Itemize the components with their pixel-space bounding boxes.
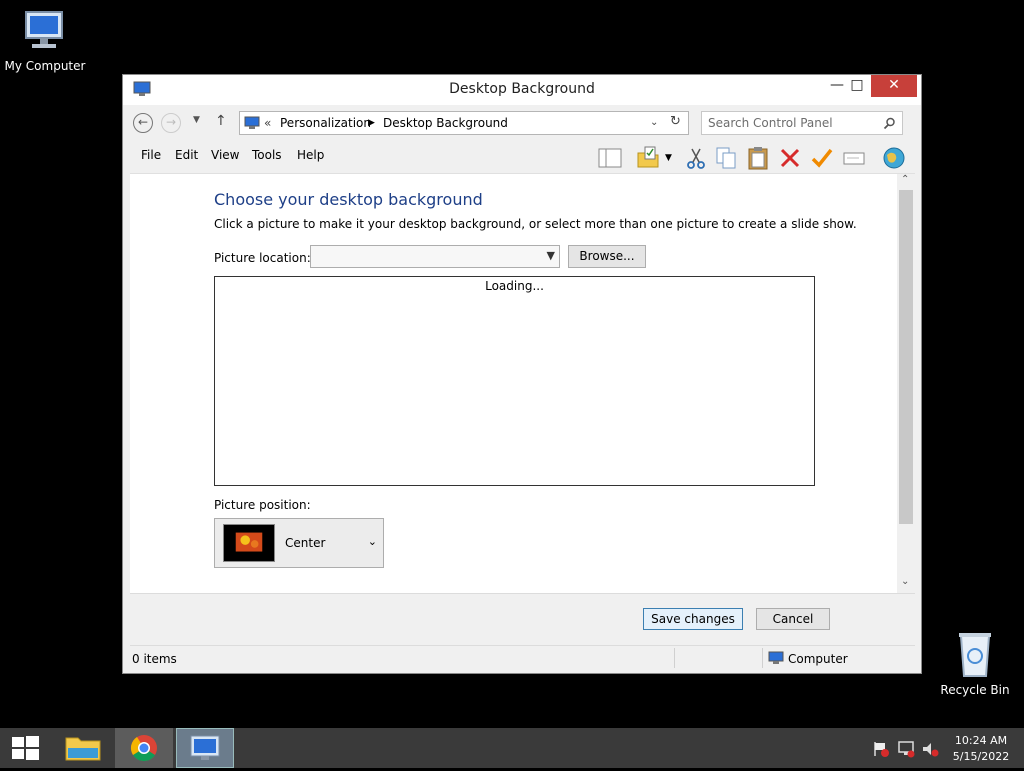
loading-text: Loading... (485, 279, 544, 293)
browse-button[interactable]: Browse... (568, 245, 646, 268)
zone-label: Computer (788, 652, 848, 666)
close-button[interactable]: ✕ (871, 75, 917, 97)
cancel-button[interactable]: Cancel (756, 608, 830, 630)
rename-icon[interactable] (841, 145, 867, 171)
my-computer-desktop-icon[interactable]: My Computer (0, 8, 90, 73)
breadcrumb-separator-icon[interactable]: ▶ (368, 118, 375, 128)
system-clock[interactable]: 10:24 AM 5/15/2022 (950, 733, 1012, 765)
breadcrumb-desktop-background[interactable]: Desktop Background (383, 116, 508, 130)
address-bar[interactable]: « Personalization ▶ Desktop Background ⌄… (239, 111, 689, 135)
page-description: Click a picture to make it your desktop … (214, 217, 857, 231)
picture-position-select[interactable]: Center ⌄ (214, 518, 384, 568)
network-icon[interactable] (897, 740, 915, 758)
recycle-bin-label: Recycle Bin (940, 683, 1010, 697)
preview-pane-icon[interactable] (597, 145, 623, 171)
refresh-icon[interactable]: ↻ (670, 114, 681, 129)
status-divider (762, 648, 763, 668)
dialog-footer: Save changes Cancel (130, 593, 915, 645)
desktop-background-window: Desktop Background — □ ✕ ← → ▼ ↑ « Perso… (122, 74, 922, 674)
clock-date: 5/15/2022 (952, 750, 1010, 763)
volume-muted-icon[interactable] (921, 740, 939, 758)
search-icon[interactable] (883, 117, 896, 130)
breadcrumb-personalization[interactable]: Personalization (280, 116, 371, 130)
window-title: Desktop Background (449, 81, 595, 97)
menu-edit[interactable]: Edit (175, 148, 198, 162)
navigation-bar: ← → ▼ ↑ « Personalization ▶ Desktop Back… (131, 111, 915, 137)
recycle-bin-desktop-icon[interactable]: Recycle Bin (930, 630, 1020, 697)
chrome-taskbar-button[interactable] (115, 728, 173, 768)
back-button[interactable]: ← (133, 113, 153, 133)
control-panel-taskbar-button[interactable] (176, 728, 234, 768)
delete-icon[interactable] (777, 145, 803, 171)
search-box[interactable] (701, 111, 903, 135)
computer-icon (768, 651, 784, 664)
scroll-up-icon[interactable]: ⌃ (901, 174, 909, 185)
status-divider (674, 648, 675, 668)
picture-location-select[interactable]: ▼ (310, 245, 560, 268)
organize-icon[interactable] (635, 145, 661, 171)
file-explorer-taskbar-button[interactable] (54, 728, 112, 768)
title-bar[interactable]: Desktop Background — □ ✕ (123, 75, 921, 105)
picture-list[interactable]: Loading... (214, 276, 815, 486)
picture-position-label: Picture position: (214, 498, 311, 512)
globe-icon[interactable] (881, 145, 907, 171)
windows-logo-icon (12, 736, 39, 760)
address-dropdown-chevron-icon[interactable]: ⌄ (650, 117, 658, 128)
control-panel-small-icon (244, 116, 260, 129)
breadcrumb-overflow[interactable]: « (264, 116, 271, 130)
menu-view[interactable]: View (211, 148, 239, 162)
recycle-bin-icon (959, 633, 991, 677)
picture-location-label: Picture location: (214, 251, 311, 265)
chrome-icon (130, 735, 157, 762)
search-input[interactable] (708, 113, 878, 133)
folder-icon (65, 737, 101, 761)
paste-icon[interactable] (745, 145, 771, 171)
status-bar: 0 items Computer (130, 645, 915, 669)
vertical-scrollbar[interactable]: ⌃ ⌄ (897, 174, 915, 594)
action-center-flag-icon[interactable] (872, 740, 890, 758)
recent-pages-chevron-icon[interactable]: ▼ (193, 115, 200, 125)
my-computer-label: My Computer (4, 59, 86, 73)
item-count: 0 items (132, 652, 177, 666)
menu-tools[interactable]: Tools (252, 148, 282, 162)
content-area: Choose your desktop background Click a p… (130, 173, 915, 594)
page-heading: Choose your desktop background (214, 190, 483, 209)
clock-time: 10:24 AM (954, 734, 1008, 747)
forward-button[interactable]: → (161, 113, 181, 133)
menu-file[interactable]: File (141, 148, 161, 162)
control-panel-icon (190, 735, 220, 760)
up-button[interactable]: ↑ (215, 113, 227, 129)
maximize-button[interactable]: □ (843, 75, 871, 97)
chevron-down-icon: ⌄ (367, 535, 377, 548)
save-changes-button[interactable]: Save changes (643, 608, 743, 630)
start-button[interactable] (0, 728, 58, 768)
properties-check-icon[interactable] (809, 145, 835, 171)
cut-icon[interactable] (683, 145, 709, 171)
scrollbar-thumb[interactable] (899, 190, 913, 524)
position-preview-thumbnail (223, 524, 275, 562)
computer-icon (25, 11, 63, 48)
copy-icon[interactable] (713, 145, 739, 171)
menu-help[interactable]: Help (297, 148, 324, 162)
taskbar: 10:24 AM 5/15/2022 (0, 728, 1024, 768)
desktop: My Computer Recycle Bin Desktop Backgrou… (0, 0, 1024, 728)
scroll-down-icon[interactable]: ⌄ (901, 576, 909, 587)
chevron-down-icon: ▼ (546, 249, 555, 262)
picture-position-value: Center (285, 536, 326, 550)
